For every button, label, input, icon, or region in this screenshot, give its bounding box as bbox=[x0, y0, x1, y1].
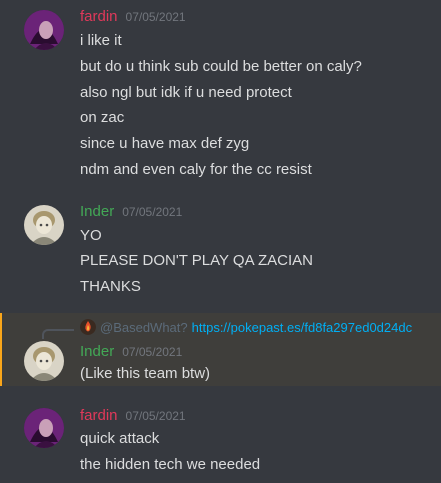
message-timestamp: 07/05/2021 bbox=[125, 409, 186, 423]
message-timestamp: 07/05/2021 bbox=[122, 205, 183, 219]
username[interactable]: Inder bbox=[80, 202, 114, 222]
reply-spine bbox=[42, 329, 74, 339]
message-text: on zac bbox=[80, 109, 125, 126]
reply-link[interactable]: https://pokepast.es/fd8fa297ed0d24dc bbox=[192, 320, 412, 335]
message-header: Inder 07/05/2021 bbox=[80, 202, 182, 222]
message-text: quick attack bbox=[80, 430, 160, 447]
message-text: PLEASE DON'T PLAY QA ZACIAN bbox=[80, 252, 313, 269]
avatar-purple-portrait-icon bbox=[24, 408, 64, 448]
username[interactable]: Inder bbox=[80, 342, 114, 362]
message-text: i like it bbox=[80, 32, 122, 49]
user-avatar[interactable] bbox=[24, 408, 64, 448]
message-text: ndm and even caly for the cc resist bbox=[80, 161, 312, 178]
user-avatar[interactable] bbox=[24, 205, 64, 245]
message-timestamp: 07/05/2021 bbox=[125, 10, 186, 24]
message-timestamp: 07/05/2021 bbox=[122, 345, 183, 359]
message-text: YO bbox=[80, 227, 102, 244]
avatar-sketch-portrait-icon bbox=[24, 205, 64, 245]
avatar-fire-icon bbox=[80, 319, 96, 335]
message-header: fardin 07/05/2021 bbox=[80, 406, 186, 426]
mention-highlight-bar bbox=[0, 313, 2, 386]
message-header: fardin 07/05/2021 bbox=[80, 7, 186, 27]
message-text: since u have max def zyg bbox=[80, 135, 250, 152]
avatar-sketch-portrait-icon bbox=[24, 341, 64, 381]
chat-messages: fardin 07/05/2021 i like it but do u thi… bbox=[0, 0, 441, 483]
message-text: but do u think sub could be better on ca… bbox=[80, 58, 362, 75]
message-text: (Like this team btw) bbox=[80, 365, 211, 382]
reply-preview[interactable]: @BasedWhat? https://pokepast.es/fd8fa297… bbox=[80, 318, 412, 336]
reply-avatar bbox=[80, 319, 96, 335]
avatar-purple-portrait-icon bbox=[24, 10, 64, 50]
username[interactable]: fardin bbox=[80, 7, 118, 27]
message-header: Inder 07/05/2021 bbox=[80, 342, 182, 362]
message-text: also ngl but idk if u need protect bbox=[80, 84, 292, 101]
message-group: fardin 07/05/2021 i like it but do u thi… bbox=[0, 0, 441, 190]
user-avatar[interactable] bbox=[24, 341, 64, 381]
message-text: THANKS bbox=[80, 278, 141, 295]
username[interactable]: fardin bbox=[80, 406, 118, 426]
reply-username[interactable]: @BasedWhat? bbox=[100, 320, 188, 335]
user-avatar[interactable] bbox=[24, 10, 64, 50]
message-text: the hidden tech we needed bbox=[80, 456, 261, 473]
